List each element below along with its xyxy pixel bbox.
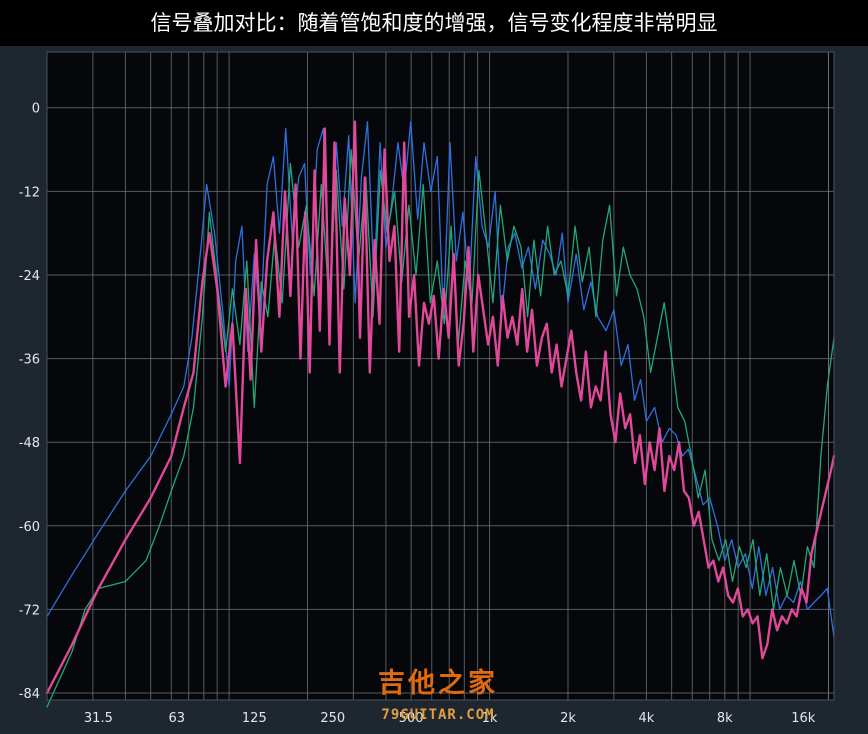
x-tick-label: 31.5 <box>84 711 113 726</box>
chart: 0-12-24-36-48-60-72-84 31.5 63 125 250 500 1k… <box>0 46 868 734</box>
x-tick-label: 2k <box>560 711 576 726</box>
x-tick-label: 250 <box>320 711 345 726</box>
y-tick-label: -60 <box>19 520 40 535</box>
y-tick-label: -24 <box>19 269 40 284</box>
watermark-text: 吉他之家 <box>378 667 498 699</box>
y-tick-label: -48 <box>19 436 40 451</box>
x-tick-label: 125 <box>242 711 267 726</box>
plot-area <box>47 52 834 700</box>
y-tick-label: -36 <box>19 353 40 368</box>
x-tick-label: 8k <box>717 711 733 726</box>
y-tick-label: 0 <box>32 102 40 117</box>
x-tick-label: 4k <box>638 711 654 726</box>
chart-title: 信号叠加对比：随着管饱和度的增强，信号变化程度非常明显 <box>0 0 868 46</box>
y-tick-label: -72 <box>19 603 40 618</box>
y-tick-label: -12 <box>19 185 40 200</box>
x-tick-label: 63 <box>169 711 186 726</box>
y-tick-label: -84 <box>19 687 40 702</box>
figure: 信号叠加对比：随着管饱和度的增强，信号变化程度非常明显 0 -12 -24 -36 -4… <box>0 0 868 734</box>
watermark-url: 79GUITAR.COM <box>381 707 494 723</box>
x-tick-label: 16k <box>791 711 816 726</box>
